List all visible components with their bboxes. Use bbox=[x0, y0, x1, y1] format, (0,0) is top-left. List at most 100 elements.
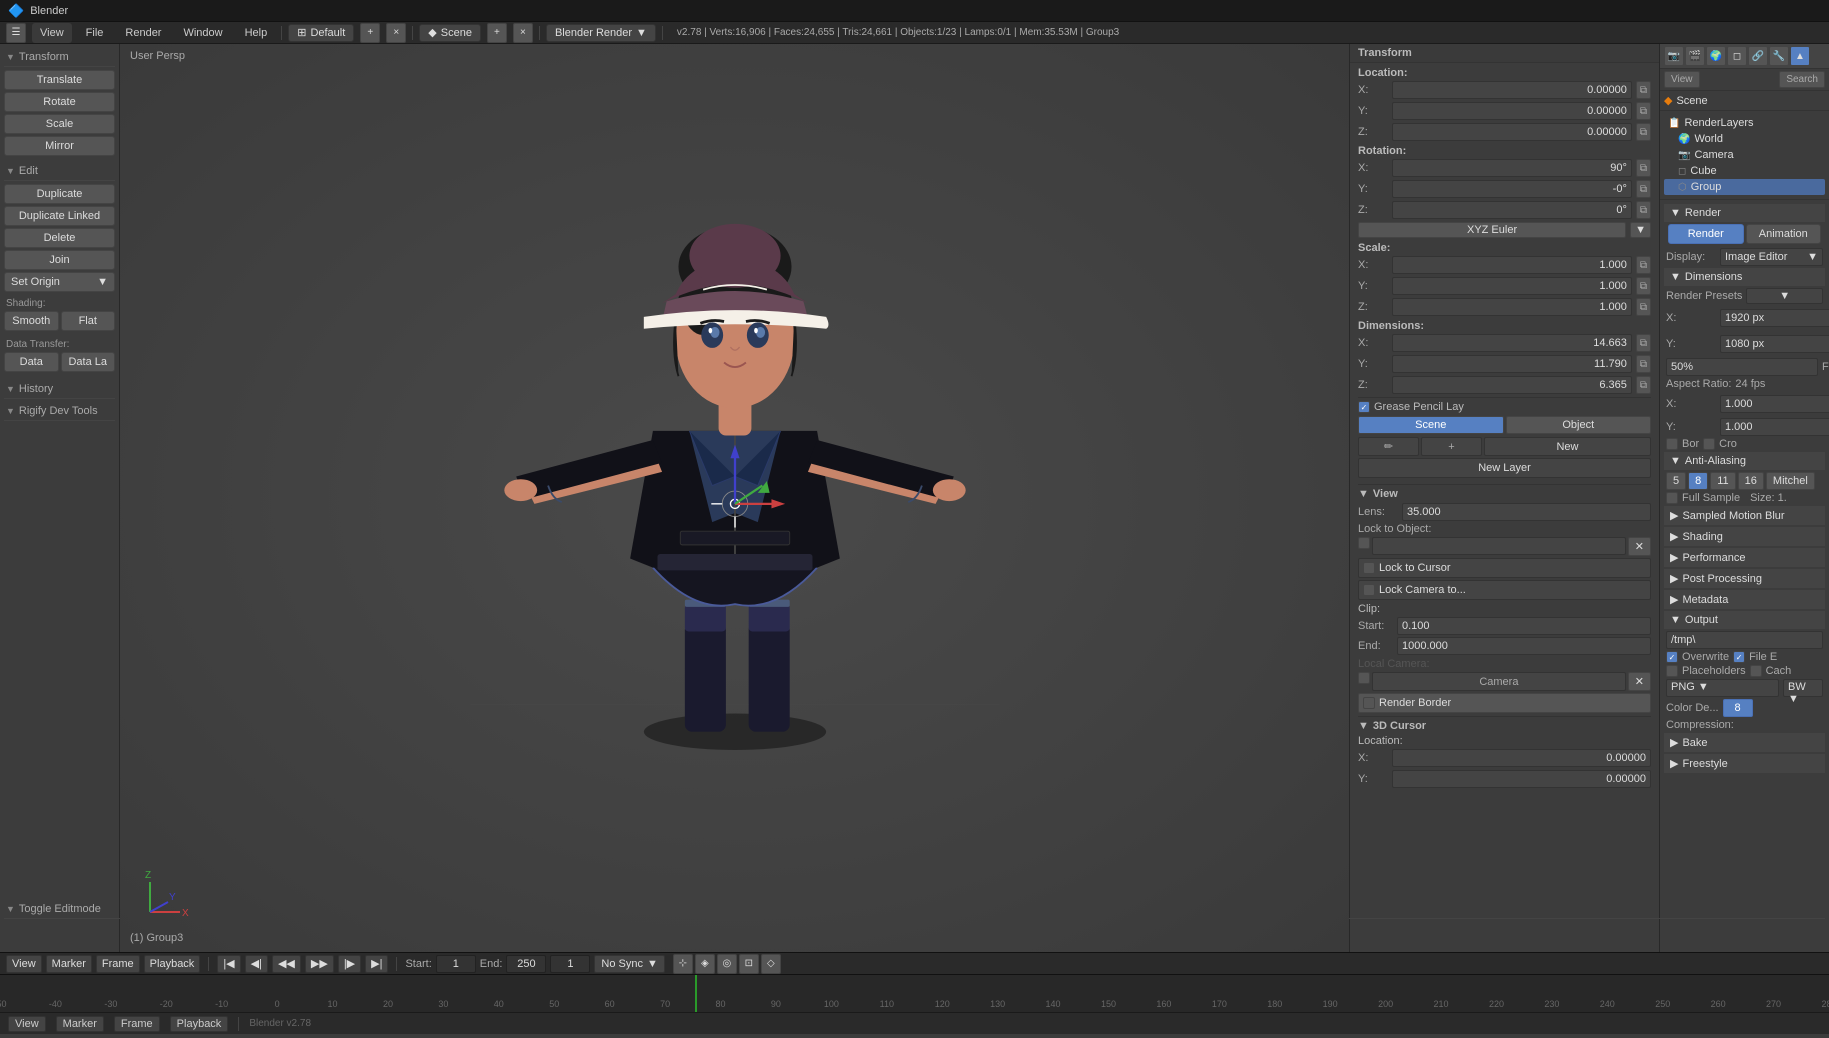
gp-new-layer-btn[interactable]: New Layer bbox=[1358, 458, 1651, 478]
cursor-x-input[interactable] bbox=[1392, 749, 1651, 767]
data-icon-btn[interactable]: ▲ bbox=[1790, 46, 1810, 66]
world-item[interactable]: 🌍 World bbox=[1664, 131, 1825, 147]
clip-end-input[interactable] bbox=[1397, 637, 1651, 655]
render-icon-btn[interactable]: 📷 bbox=[1664, 46, 1684, 66]
dim-z-copy[interactable]: ⧉ bbox=[1636, 376, 1651, 394]
lock-cursor-btn[interactable]: Lock to Cursor bbox=[1358, 558, 1651, 578]
res-pct-input[interactable] bbox=[1666, 358, 1818, 376]
scene-dropdown[interactable]: ◆ Scene bbox=[419, 24, 481, 42]
edit-section-header[interactable]: ▼ Edit bbox=[4, 162, 115, 181]
border-cb[interactable] bbox=[1666, 438, 1678, 450]
statusbar-marker-btn[interactable]: Marker bbox=[56, 1016, 104, 1032]
output-path-input[interactable] bbox=[1666, 631, 1823, 649]
dim-z-input[interactable] bbox=[1392, 376, 1632, 394]
gp-new-icon-btn[interactable]: + bbox=[1421, 437, 1482, 456]
frame-menu-btn[interactable]: Frame bbox=[96, 955, 140, 973]
rigify-section[interactable]: ▼ Rigify Dev Tools bbox=[4, 402, 115, 421]
tl-start-input[interactable] bbox=[436, 955, 476, 973]
add-layout-btn[interactable]: + bbox=[360, 23, 380, 43]
data-la-btn[interactable]: Data La bbox=[61, 352, 116, 372]
aspect-y-input[interactable] bbox=[1720, 418, 1829, 436]
step-back-btn[interactable]: ◀| bbox=[245, 955, 268, 973]
performance-header[interactable]: ▶ Performance bbox=[1664, 548, 1825, 567]
jump-start-btn[interactable]: |◀ bbox=[217, 955, 240, 973]
cache-cb[interactable] bbox=[1750, 665, 1762, 677]
object-icon-btn[interactable]: ◻ bbox=[1727, 46, 1747, 66]
rot-x-copy[interactable]: ⧉ bbox=[1636, 159, 1651, 177]
loc-x-input[interactable] bbox=[1392, 81, 1632, 99]
gp-scene-tab[interactable]: Scene bbox=[1358, 416, 1504, 434]
rot-y-copy[interactable]: ⧉ bbox=[1636, 180, 1651, 198]
aspect-x-input[interactable] bbox=[1720, 395, 1829, 413]
layout-dropdown[interactable]: ⊞ Default bbox=[288, 24, 354, 42]
camera-select-btn[interactable]: Camera bbox=[1372, 672, 1626, 691]
loc-x-copy[interactable]: ⧉ bbox=[1636, 81, 1651, 99]
overwrite-cb[interactable]: ✓ bbox=[1666, 651, 1678, 663]
world-icon-btn[interactable]: 🌍 bbox=[1706, 46, 1726, 66]
constraints-icon-btn[interactable]: 🔗 bbox=[1748, 46, 1768, 66]
rot-z-input[interactable] bbox=[1392, 201, 1632, 219]
scene-icon-btn[interactable]: 🎬 bbox=[1685, 46, 1705, 66]
flat-btn[interactable]: Flat bbox=[61, 311, 116, 331]
gp-checkbox[interactable]: ✓ bbox=[1358, 401, 1370, 413]
gp-pencil-icon-btn[interactable]: ✏ bbox=[1358, 437, 1419, 456]
file-menu-item[interactable]: File bbox=[78, 25, 112, 41]
scale-z-copy[interactable]: ⧉ bbox=[1636, 298, 1651, 316]
scale-y-copy[interactable]: ⧉ bbox=[1636, 277, 1651, 295]
duplicate-btn[interactable]: Duplicate bbox=[4, 184, 115, 204]
delete-btn[interactable]: Delete bbox=[4, 228, 115, 248]
viewport-canvas[interactable]: User Persp bbox=[120, 44, 1349, 952]
window-menu-item[interactable]: Window bbox=[175, 25, 230, 41]
translate-btn[interactable]: Translate bbox=[4, 70, 115, 90]
tl-icon4[interactable]: ⊡ bbox=[739, 954, 759, 974]
view-tl-btn[interactable]: View bbox=[6, 955, 42, 973]
modifiers-icon-btn[interactable]: 🔧 bbox=[1769, 46, 1789, 66]
res-x-input[interactable] bbox=[1720, 309, 1829, 327]
lens-input[interactable] bbox=[1402, 503, 1651, 521]
step-fwd-btn[interactable]: |▶ bbox=[338, 955, 361, 973]
statusbar-view-btn[interactable]: View bbox=[8, 1016, 46, 1032]
loc-y-input[interactable] bbox=[1392, 102, 1632, 120]
dimensions-header[interactable]: ▼ Dimensions bbox=[1664, 268, 1825, 286]
render-section-header[interactable]: ▼ Render bbox=[1664, 204, 1825, 222]
lock-camera-btn[interactable]: Lock Camera to... bbox=[1358, 580, 1651, 600]
rot-z-copy[interactable]: ⧉ bbox=[1636, 201, 1651, 219]
crop-cb[interactable] bbox=[1703, 438, 1715, 450]
loc-z-input[interactable] bbox=[1392, 123, 1632, 141]
toggle-editmode-section[interactable]: ▼ Toggle Editmode bbox=[4, 900, 120, 919]
post-processing-header[interactable]: ▶ Post Processing bbox=[1664, 569, 1825, 588]
file-menu[interactable]: View bbox=[32, 23, 72, 43]
metadata-header[interactable]: ▶ Metadata bbox=[1664, 590, 1825, 609]
viewport[interactable]: User Persp bbox=[120, 44, 1349, 952]
aa-11-btn[interactable]: 11 bbox=[1710, 472, 1735, 490]
scale-x-input[interactable] bbox=[1392, 256, 1632, 274]
statusbar-frame-btn[interactable]: Frame bbox=[114, 1016, 160, 1032]
render-border-btn[interactable]: Render Border bbox=[1358, 693, 1651, 713]
group-item[interactable]: ⬡ Group bbox=[1664, 179, 1825, 195]
engine-dropdown[interactable]: Blender Render ▼ bbox=[546, 24, 656, 42]
tl-end-input[interactable] bbox=[506, 955, 546, 973]
tl-icon1[interactable]: ⊹ bbox=[673, 954, 693, 974]
duplicate-linked-btn[interactable]: Duplicate Linked bbox=[4, 206, 115, 226]
view-section-header[interactable]: ▼ View bbox=[1358, 488, 1651, 500]
data-btn[interactable]: Data bbox=[4, 352, 59, 372]
aa-header[interactable]: ▼ Anti-Aliasing bbox=[1664, 452, 1825, 470]
info-left-icon[interactable]: ☰ bbox=[6, 23, 26, 43]
gp-object-tab[interactable]: Object bbox=[1506, 416, 1652, 434]
bw-dropdown[interactable]: BW ▼ bbox=[1783, 679, 1823, 697]
dim-y-copy[interactable]: ⧉ bbox=[1636, 355, 1651, 373]
render-menu-item[interactable]: Render bbox=[117, 25, 169, 41]
statusbar-playback-btn[interactable]: Playback bbox=[170, 1016, 229, 1032]
cube-item[interactable]: ◻ Cube bbox=[1664, 163, 1825, 179]
marker-btn[interactable]: Marker bbox=[46, 955, 92, 973]
scale-y-input[interactable] bbox=[1392, 277, 1632, 295]
lock-obj-x-btn[interactable]: ✕ bbox=[1628, 537, 1651, 556]
cam-checkbox[interactable] bbox=[1358, 672, 1370, 684]
camera-item[interactable]: 📷 Camera bbox=[1664, 147, 1825, 163]
lock-obj-input[interactable] bbox=[1372, 537, 1626, 555]
full-sample-cb[interactable] bbox=[1666, 492, 1678, 504]
rot-y-input[interactable] bbox=[1392, 180, 1632, 198]
shading-header[interactable]: ▶ Shading bbox=[1664, 527, 1825, 546]
tl-current-frame[interactable] bbox=[550, 955, 590, 973]
tl-icon3[interactable]: ◎ bbox=[717, 954, 737, 974]
